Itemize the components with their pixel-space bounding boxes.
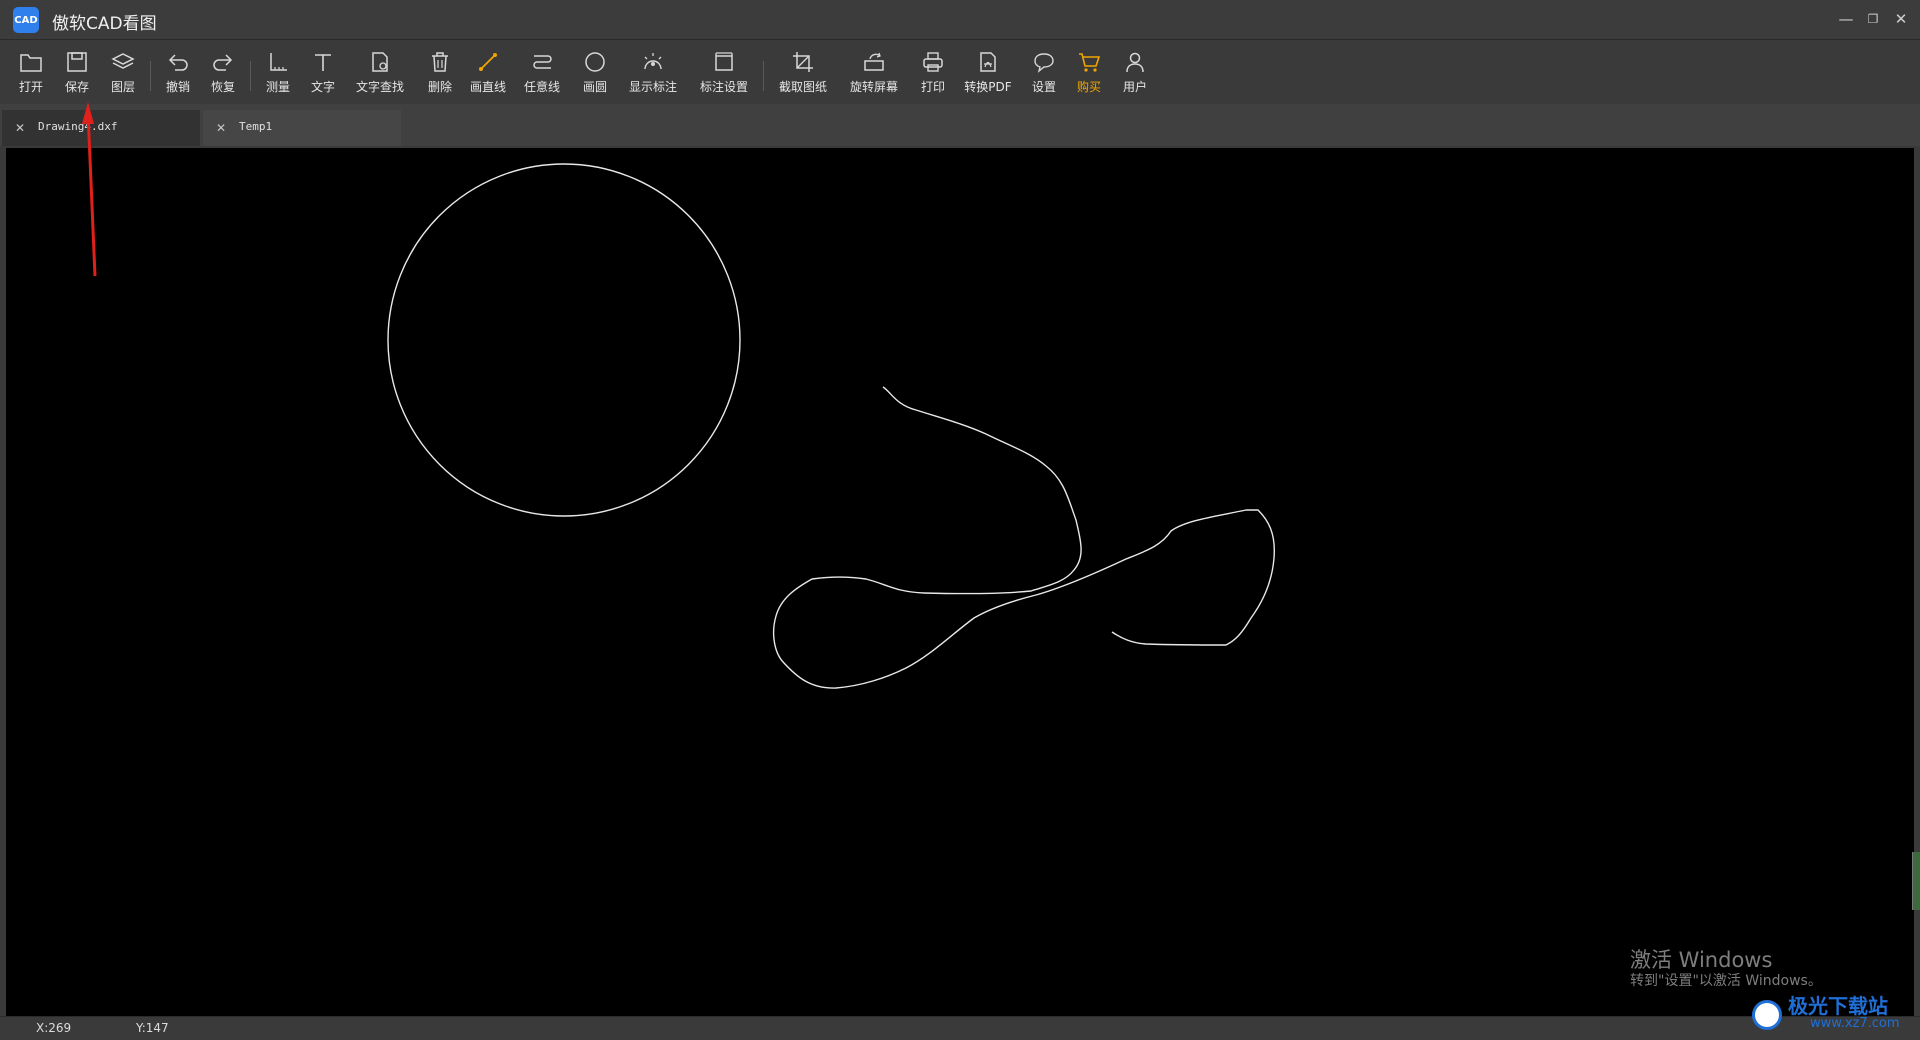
site-logo-watermark: 极光下载站 www.xz7.com (1752, 988, 1920, 1040)
cursor-x-coordinate: X:269 (36, 1021, 72, 1035)
status-bar: X:269 Y:147 (0, 1016, 1920, 1040)
side-scroll-handle[interactable] (1912, 852, 1920, 910)
cursor-y-coordinate: Y:147 (136, 1021, 169, 1035)
site-logo-url: www.xz7.com (1810, 1016, 1900, 1031)
site-logo-icon (1752, 1000, 1782, 1030)
site-logo-text: 极光下载站 (1788, 994, 1888, 1018)
annotation-arrow-overlay (82, 102, 97, 277)
activation-watermark-subtitle: 转到"设置"以激活 Windows。 (1630, 973, 1822, 989)
